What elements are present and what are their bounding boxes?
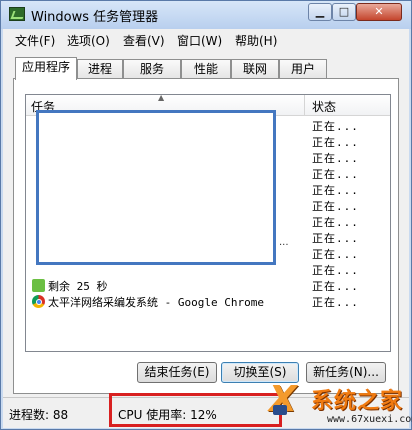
task-status: 正在... [312, 200, 359, 213]
maximize-button[interactable]: □ [332, 3, 356, 21]
task-manager-window: Windows 任务管理器 ▁ □ ✕ 文件(F) 选项(O) 查看(V) 窗口… [0, 0, 412, 430]
client-area: 应用程序 进程 服务 性能 联网 用户 任务 ▲ 状态 正在... 正在... … [3, 51, 409, 397]
task-status: 正在... [312, 232, 359, 245]
minimize-button[interactable]: ▁ [308, 3, 332, 21]
window-title: Windows 任务管理器 [31, 10, 159, 25]
watermark-badge-icon [273, 405, 287, 415]
tab-performance[interactable]: 性能 [181, 59, 231, 79]
task-status: 正在... [312, 248, 359, 261]
tab-applications[interactable]: 应用程序 [15, 57, 77, 80]
task-name: 剩余 25 秒 [32, 278, 108, 294]
end-task-button[interactable]: 结束任务(E) [137, 362, 217, 383]
sort-ascending-icon: ▲ [158, 93, 165, 102]
cpu-usage: CPU 使用率: 12% [118, 408, 217, 422]
watermark-logo: X 系统之家 www.67xuexi.com [269, 377, 412, 429]
task-name: 太平洋网络采编发系统 - Google Chrome [32, 294, 264, 310]
column-status-label: 状态 [312, 100, 337, 114]
task-status: 正在... [312, 120, 359, 133]
menu-help[interactable]: 帮助(H) [235, 32, 277, 49]
task-status: 正在... [312, 168, 359, 181]
watermark-url: www.67xuexi.com [327, 414, 412, 425]
tab-networking[interactable]: 联网 [231, 59, 279, 79]
task-name-text: 剩余 25 秒 [48, 280, 108, 293]
menu-file[interactable]: 文件(F) [15, 32, 55, 49]
title-bar[interactable]: Windows 任务管理器 ▁ □ ✕ [1, 1, 411, 29]
task-status: 正在... [312, 280, 359, 293]
task-status: 正在... [312, 296, 359, 309]
truncated-ellipsis: ... [279, 237, 289, 248]
column-header-status[interactable]: 状态 [306, 95, 390, 115]
maximize-icon: □ [338, 5, 350, 18]
minimize-icon: ▁ [315, 5, 325, 18]
task-name-text: 太平洋网络采编发系统 - Google Chrome [48, 296, 264, 309]
redaction-box [36, 110, 276, 265]
task-status: 正在... [312, 152, 359, 165]
task-status: 正在... [312, 136, 359, 149]
tab-users[interactable]: 用户 [279, 59, 327, 79]
task-status: 正在... [312, 264, 359, 277]
task-manager-app-icon [9, 7, 25, 21]
arrow-icon [32, 279, 45, 292]
tab-services[interactable]: 服务 [123, 59, 181, 79]
menu-options[interactable]: 选项(O) [67, 32, 110, 49]
process-count: 进程数: 88 [9, 408, 69, 422]
menu-view[interactable]: 查看(V) [123, 32, 165, 49]
close-icon: ✕ [374, 5, 384, 18]
table-row[interactable]: 太平洋网络采编发系统 - Google Chrome 正在... [26, 293, 390, 309]
watermark-brand: 系统之家 [311, 389, 404, 414]
task-status: 正在... [312, 184, 359, 197]
menu-window[interactable]: 窗口(W) [177, 32, 222, 49]
chrome-icon [32, 295, 45, 308]
table-row[interactable]: 剩余 25 秒 正在... [26, 277, 390, 293]
task-list[interactable]: 任务 ▲ 状态 正在... 正在... 正在... 正在... 正在... 正在… [25, 93, 391, 352]
close-button[interactable]: ✕ [356, 3, 402, 21]
tab-processes[interactable]: 进程 [77, 59, 123, 79]
menu-bar: 文件(F) 选项(O) 查看(V) 窗口(W) 帮助(H) [3, 29, 409, 51]
task-status: 正在... [312, 216, 359, 229]
